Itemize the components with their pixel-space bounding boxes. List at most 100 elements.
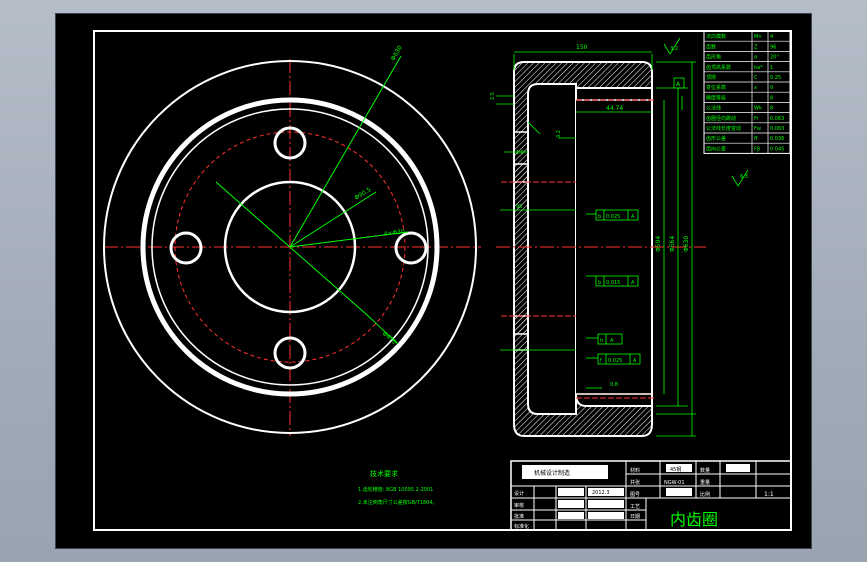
svg-text:0.025: 0.025 [608, 358, 622, 364]
param-cell: 8 [770, 95, 773, 101]
label-date: 日期 [630, 514, 640, 520]
svg-text:A: A [633, 358, 637, 364]
date-value: 2012.3 [592, 490, 610, 496]
param-cell: 4 [770, 34, 773, 40]
svg-text:A: A [610, 338, 614, 344]
label-check: 审核 [514, 502, 524, 509]
label-process: 工艺 [630, 504, 640, 510]
company-name: 机械设计制造 [534, 469, 570, 477]
dim-dia-a: Φ594 [655, 236, 662, 252]
material-value: 45钢 [670, 466, 681, 473]
date-cell-2 [588, 500, 624, 508]
dim-dia-c: Φ630 [683, 236, 690, 252]
param-cell: 96 [770, 44, 776, 50]
param-cell: Fβ [754, 146, 760, 152]
dim-thickness: 44.74 [606, 105, 623, 112]
param-cell: 法向模数 [706, 33, 726, 40]
tech-note-2: 2.未注倒角尺寸公差按GB/T1804。 [358, 499, 438, 506]
leader-bolt-circle [215, 181, 367, 315]
name-cell-3 [558, 512, 584, 519]
dim-dia-b: Φ564 [669, 236, 676, 252]
param-cell: 0.036 [770, 136, 784, 142]
drawing-frame [93, 30, 792, 531]
drawing-no-cell [666, 488, 692, 496]
param-cell: Mn [754, 34, 761, 40]
leader-outer [289, 55, 402, 248]
svg-text:A: A [631, 214, 635, 220]
qty-cell [726, 464, 750, 472]
label-weight: 重量 [700, 479, 710, 486]
code-value: NGW-01 [664, 480, 685, 486]
param-cell: 0 [770, 85, 773, 91]
name-cell-2 [558, 500, 584, 508]
param-cell: x [754, 85, 757, 91]
bolt-cut-upper [513, 163, 529, 183]
param-cell: 齿形公差 [706, 135, 726, 142]
label-scale: 比例 [700, 491, 710, 498]
leader-bore [289, 191, 377, 248]
svg-text:h: h [600, 338, 603, 344]
technical-requirements: 技术要求 1.齿轮精度: 8GB 10095.2-2001 2.未注倒角尺寸公差… [358, 469, 438, 506]
svg-text:0.025: 0.025 [606, 214, 620, 220]
front-dim-outer: Φ630 [390, 44, 404, 62]
param-cell: Z [754, 44, 758, 50]
param-cell: 8 [770, 106, 773, 112]
drawing-canvas[interactable]: Φ630 Φ90.5 4×Φ30 Φ470 150 44.74 Φ594 Φ56… [56, 14, 811, 548]
param-cell: 1 [770, 65, 773, 71]
svg-text:A: A [631, 280, 635, 286]
label-sheet: 共张 [630, 479, 640, 486]
param-cell: Fw [754, 126, 761, 132]
param-cell: 0.25 [770, 75, 781, 81]
date-cell-3 [588, 512, 624, 519]
param-cell: 0.063 [770, 126, 784, 132]
dim-bottom-small: 0.8 [610, 382, 618, 388]
param-cell: α [754, 55, 758, 61]
param-cell: 齿向公差 [706, 145, 726, 152]
label-drawing-no: 图号 [630, 492, 640, 498]
front-view: Φ630 Φ90.5 4×Φ30 Φ470 [103, 44, 481, 436]
param-cell: Wk [754, 106, 762, 112]
tech-note-1: 1.齿轮精度: 8GB 10095.2-2001 [358, 486, 433, 493]
part-name: 内齿圈 [670, 510, 718, 529]
label-qty: 数量 [700, 467, 710, 474]
param-cell: 顶隙 [706, 74, 716, 81]
param-cell: 公法线 [706, 105, 721, 112]
label-material: 材料 [630, 467, 640, 474]
svg-text:b: b [598, 214, 601, 220]
param-cell: 齿顶高系数 [706, 64, 731, 71]
scale-value: 1:1 [764, 491, 774, 498]
param-cell: 齿数 [706, 43, 716, 50]
bolt-hole-right [394, 231, 428, 265]
svg-text:b: b [598, 280, 601, 286]
dim-mid-small-a: 1.6 [516, 150, 524, 156]
param-cell: Fr [754, 116, 760, 122]
tech-title: 技术要求 [370, 469, 398, 478]
label-std: 标准化 [514, 523, 529, 530]
dim-overall-width: 150 [576, 44, 588, 51]
param-cell: ha* [754, 65, 763, 71]
dim-mid-small-b: 3.2 [556, 130, 562, 138]
front-dim-bore: Φ90.5 [353, 186, 372, 202]
svg-text:f: f [600, 358, 602, 364]
dim-left-small: 2.5 [490, 92, 496, 100]
param-cell: 齿圈径向跳动 [706, 115, 736, 122]
section-cavity [527, 83, 577, 415]
datum-letter: A [676, 81, 681, 88]
param-cell: 齿形角 [706, 54, 721, 61]
param-cell: 20° [770, 55, 779, 61]
param-cell: 变位系数 [706, 84, 726, 91]
svg-text:0.015: 0.015 [606, 280, 620, 286]
label-approve: 批准 [514, 513, 524, 520]
param-cell: 0.045 [770, 146, 784, 152]
param-cell: C [754, 75, 758, 81]
param-cell: ff [754, 136, 758, 142]
cad-viewport[interactable]: Φ630 Φ90.5 4×Φ30 Φ470 150 44.74 Φ594 Φ56… [56, 14, 811, 548]
bolt-cut-lower [513, 315, 529, 335]
gear-parameter-table: 法向模数 Mn 4 齿数 Z 96 齿形角 α 20° 齿顶高系数 ha* 1 顶隙 C 0.25 变位系数 x… [703, 30, 791, 154]
param-cell: 0.063 [770, 116, 784, 122]
label-design: 设计 [514, 490, 524, 497]
dim-step: 95 [516, 204, 522, 210]
name-cell-1 [558, 488, 584, 496]
param-cell: 精度等级 [706, 94, 726, 101]
general-roughness-value: 6.3 [740, 174, 748, 180]
